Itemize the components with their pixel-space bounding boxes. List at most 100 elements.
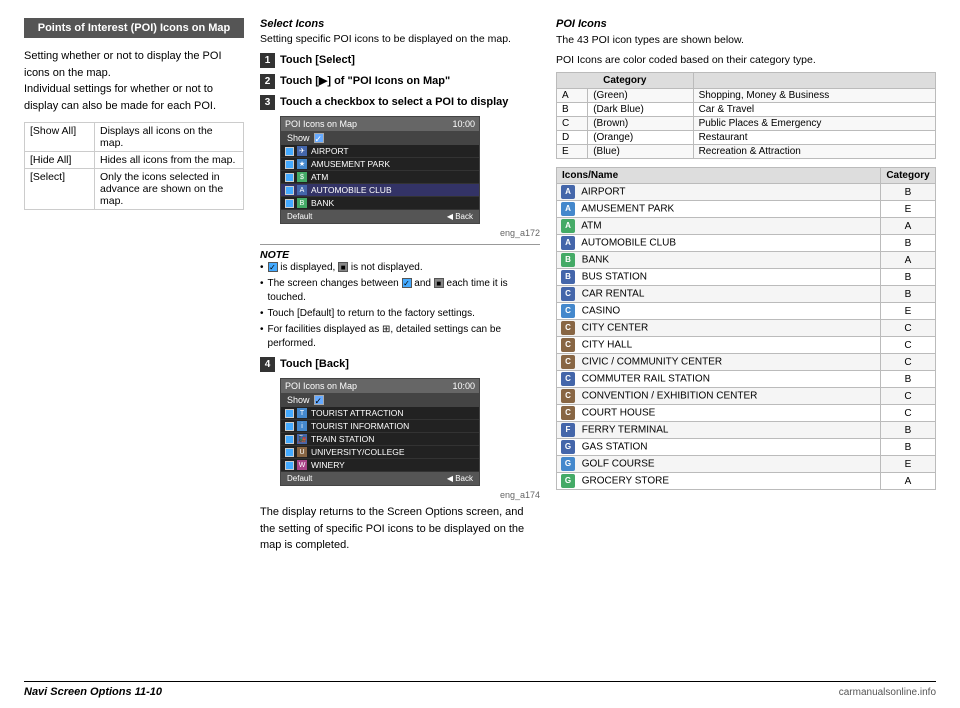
check-icon: ✓ [268,262,278,272]
icon-cat-cell: B [881,269,936,286]
screen-2-bottombar: Default ◀ Back [281,472,479,485]
poi-icons-title: POI Icons [556,18,936,30]
icon-cat-cell: C [881,405,936,422]
table-row: A ATM A [557,218,936,235]
screen-list-item: A AUTOMOBILE CLUB [281,184,479,197]
poi-name: COMMUTER RAIL STATION [582,374,710,385]
airport-icon: ✈ [297,146,307,156]
icon-name-cell: C CAR RENTAL [557,286,881,303]
icons-col-cat: Category [881,168,936,184]
screen-list-item: ★ AMUSEMENT PARK [281,158,479,171]
back-button-2[interactable]: ◀ Back [447,474,473,483]
icon-cat-cell: C [881,354,936,371]
table-row: C CONVENTION / EXHIBITION CENTER C [557,388,936,405]
icon-cat-cell: B [881,286,936,303]
poi-name: AUTOMOBILE CLUB [581,238,676,249]
item-checkbox [285,448,294,457]
icon-name-cell: G GROCERY STORE [557,473,881,490]
poi-row-icon: G [561,474,575,488]
step-text-4: Touch [Back] [280,357,349,371]
poi-row-icon: F [561,423,575,437]
poi-row-icon: A [561,202,575,216]
step-text-3: Touch a checkbox to select a POI to disp… [280,95,508,109]
icon-cat-cell: B [881,439,936,456]
icon-name-cell: F FERRY TERMINAL [557,422,881,439]
icon-name-cell: C CASINO [557,303,881,320]
table-row: F FERRY TERMINAL B [557,422,936,439]
cat-letter: E [557,145,588,159]
cat-desc: Recreation & Attraction [693,145,935,159]
bullet: • [260,261,264,275]
screen-list-item: i TOURIST INFORMATION [281,420,479,433]
item-name: AMUSEMENT PARK [311,159,390,169]
autoclub-icon: A [297,185,307,195]
default-button-2[interactable]: Default [287,474,312,483]
note-title: NOTE [260,249,540,261]
step-2: 2 Touch [▶] of "POI Icons on Map" [260,74,540,89]
screen-2-titlebar: POI Icons on Map 10:00 [281,379,479,393]
poi-row-icon: C [561,321,575,335]
show-checkbox-2: ✓ [314,395,324,405]
table-row: A AUTOMOBILE CLUB B [557,235,936,252]
icon-cat-cell: E [881,201,936,218]
icon-name-cell: C COMMUTER RAIL STATION [557,371,881,388]
poi-row-icon: A [561,219,575,233]
poi-name: GOLF COURSE [582,459,655,470]
tourist-info-icon: i [297,421,307,431]
icon-name-cell: A ATM [557,218,881,235]
cat-color: (Orange) [588,131,693,145]
footer: Navi Screen Options 11-10 carmanualsonli… [24,681,936,698]
poi-name: COURT HOUSE [582,408,656,419]
screen-list-item: W WINERY [281,459,479,472]
icon-cat-cell: C [881,337,936,354]
cat-letter: C [557,117,588,131]
table-row: B BUS STATION B [557,269,936,286]
screen-list-item: 🚂 TRAIN STATION [281,433,479,446]
step-4: 4 Touch [Back] [260,357,540,372]
atm-icon: $ [297,172,307,182]
icon-name-cell: G GOLF COURSE [557,456,881,473]
tourist-att-icon: T [297,408,307,418]
poi-name: FERRY TERMINAL [582,425,669,436]
screen-list-item: $ ATM [281,171,479,184]
note-box: NOTE • ✓ is displayed, ■ is not displaye… [260,244,540,351]
settings-table: [Show All] Displays all icons on the map… [24,122,244,210]
icon-cat-cell: C [881,388,936,405]
icon-name-cell: A AIRPORT [557,184,881,201]
poi-row-icon: G [561,440,575,454]
poi-row-icon: A [561,185,575,199]
cat-desc: Public Places & Emergency [693,117,935,131]
poi-name: GAS STATION [582,442,648,453]
nocheck-icon-small: ■ [434,278,444,288]
poi-name: AMUSEMENT PARK [581,204,674,215]
bullet: • [260,307,264,321]
item-checkbox [285,422,294,431]
icon-name-cell: C CIVIC / COMMUNITY CENTER [557,354,881,371]
screen-1-titlebar: POI Icons on Map 10:00 [281,117,479,131]
icon-cat-cell: E [881,456,936,473]
item-name: AUTOMOBILE CLUB [311,185,392,195]
icon-name-cell: C COURT HOUSE [557,405,881,422]
screen-list-item: B BANK [281,197,479,210]
back-button[interactable]: ◀ Back [447,212,473,221]
poi-name: CITY HALL [582,340,632,351]
screen-1-time: 10:00 [452,119,475,129]
winery-icon: W [297,460,307,470]
cat-letter: B [557,103,588,117]
item-name: ATM [311,172,328,182]
step-1: 1 Touch [Select] [260,53,540,68]
main-content: Points of Interest (POI) Icons on Map Se… [24,18,936,675]
cat-color: (Blue) [588,145,693,159]
default-button[interactable]: Default [287,212,312,221]
show-label: Show [287,133,310,143]
cat-col-letter: Category [557,73,694,89]
table-row: E (Blue) Recreation & Attraction [557,145,936,159]
setting-label: [Select] [25,169,95,210]
icon-name-cell: C CONVENTION / EXHIBITION CENTER [557,388,881,405]
step-text-2: Touch [▶] of "POI Icons on Map" [280,74,450,88]
table-row: C CAR RENTAL B [557,286,936,303]
item-checkbox [285,160,294,169]
table-row: G GROCERY STORE A [557,473,936,490]
table-row: G GAS STATION B [557,439,936,456]
bullet: • [260,277,264,291]
